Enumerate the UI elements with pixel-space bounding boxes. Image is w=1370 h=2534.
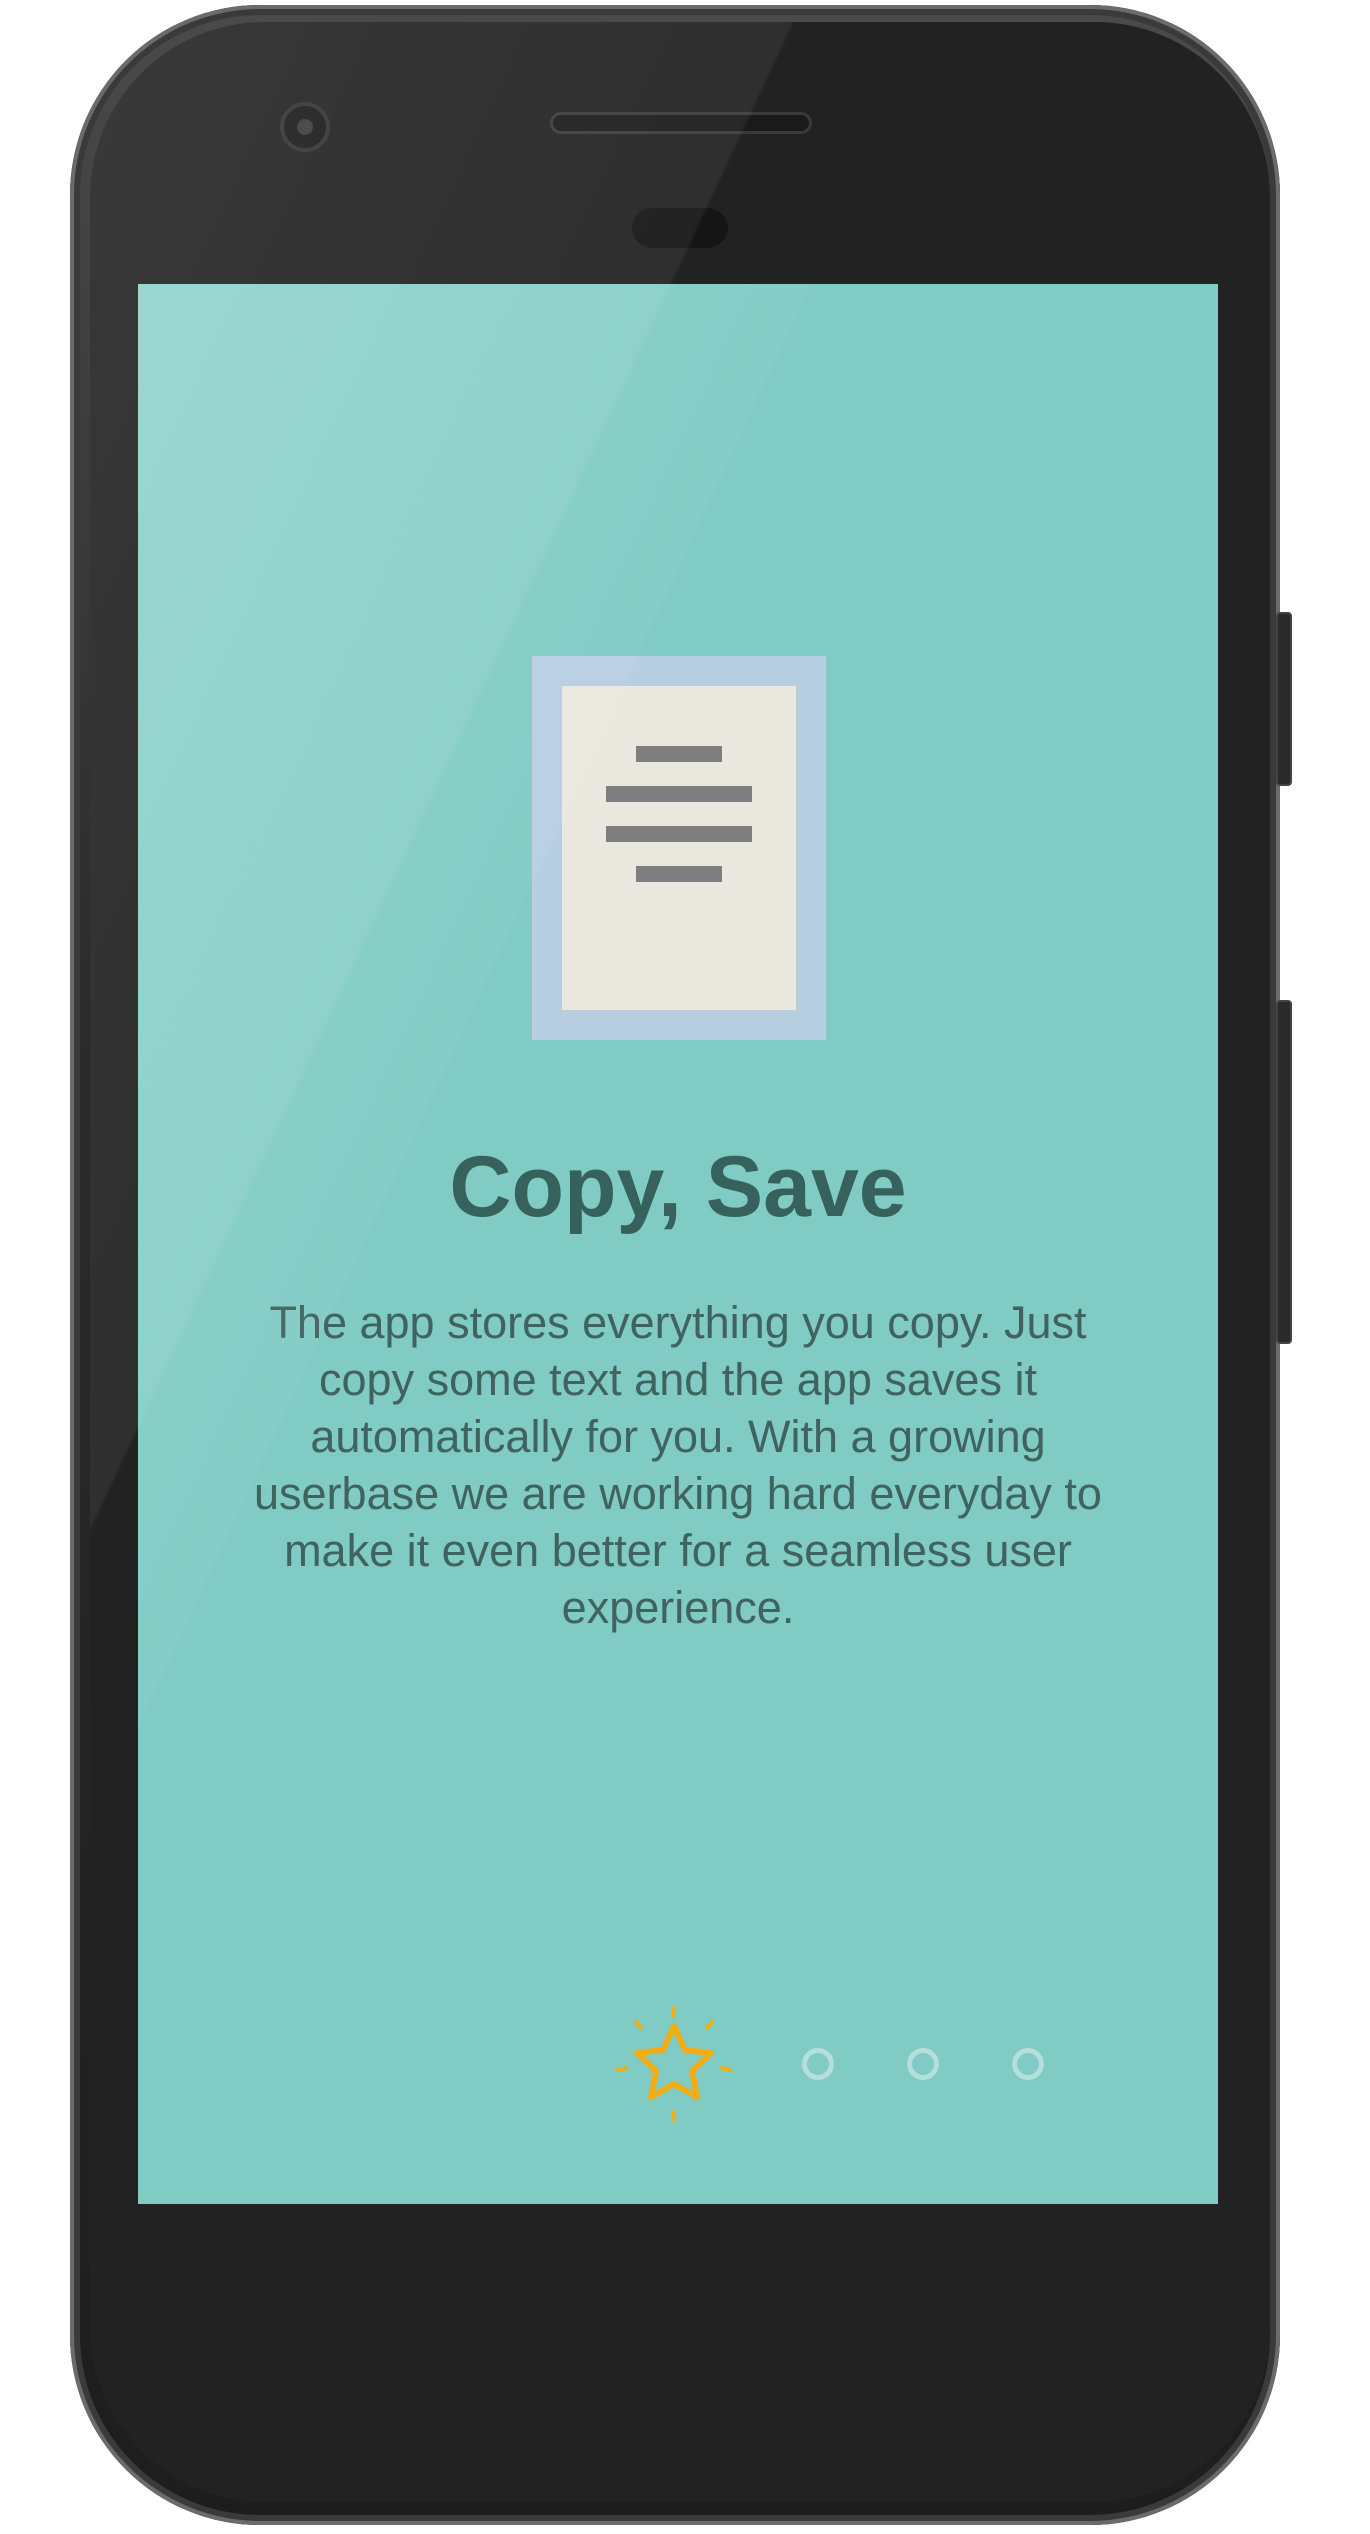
page-indicator-dot-2[interactable] xyxy=(802,2048,834,2080)
onboarding-description: The app stores everything you copy. Just… xyxy=(254,1297,1102,1633)
front-camera-icon xyxy=(280,102,330,152)
earpiece-speaker xyxy=(550,112,812,134)
onboarding-screen: Copy, Save The app stores everything you… xyxy=(138,284,1218,2204)
volume-button xyxy=(1276,612,1292,786)
document-icon xyxy=(532,656,826,1040)
device-mockup: Copy, Save The app stores everything you… xyxy=(0,0,1370,2534)
proximity-sensor xyxy=(632,208,728,248)
power-button xyxy=(1276,1000,1292,1344)
page-indicator-dot-3[interactable] xyxy=(907,2048,939,2080)
page-indicator-dot-4[interactable] xyxy=(1012,2048,1044,2080)
onboarding-title: Copy, Save xyxy=(449,1139,907,1235)
page-indicator-active-star-icon[interactable] xyxy=(614,2004,734,2124)
screen-reflection xyxy=(138,284,1218,2204)
